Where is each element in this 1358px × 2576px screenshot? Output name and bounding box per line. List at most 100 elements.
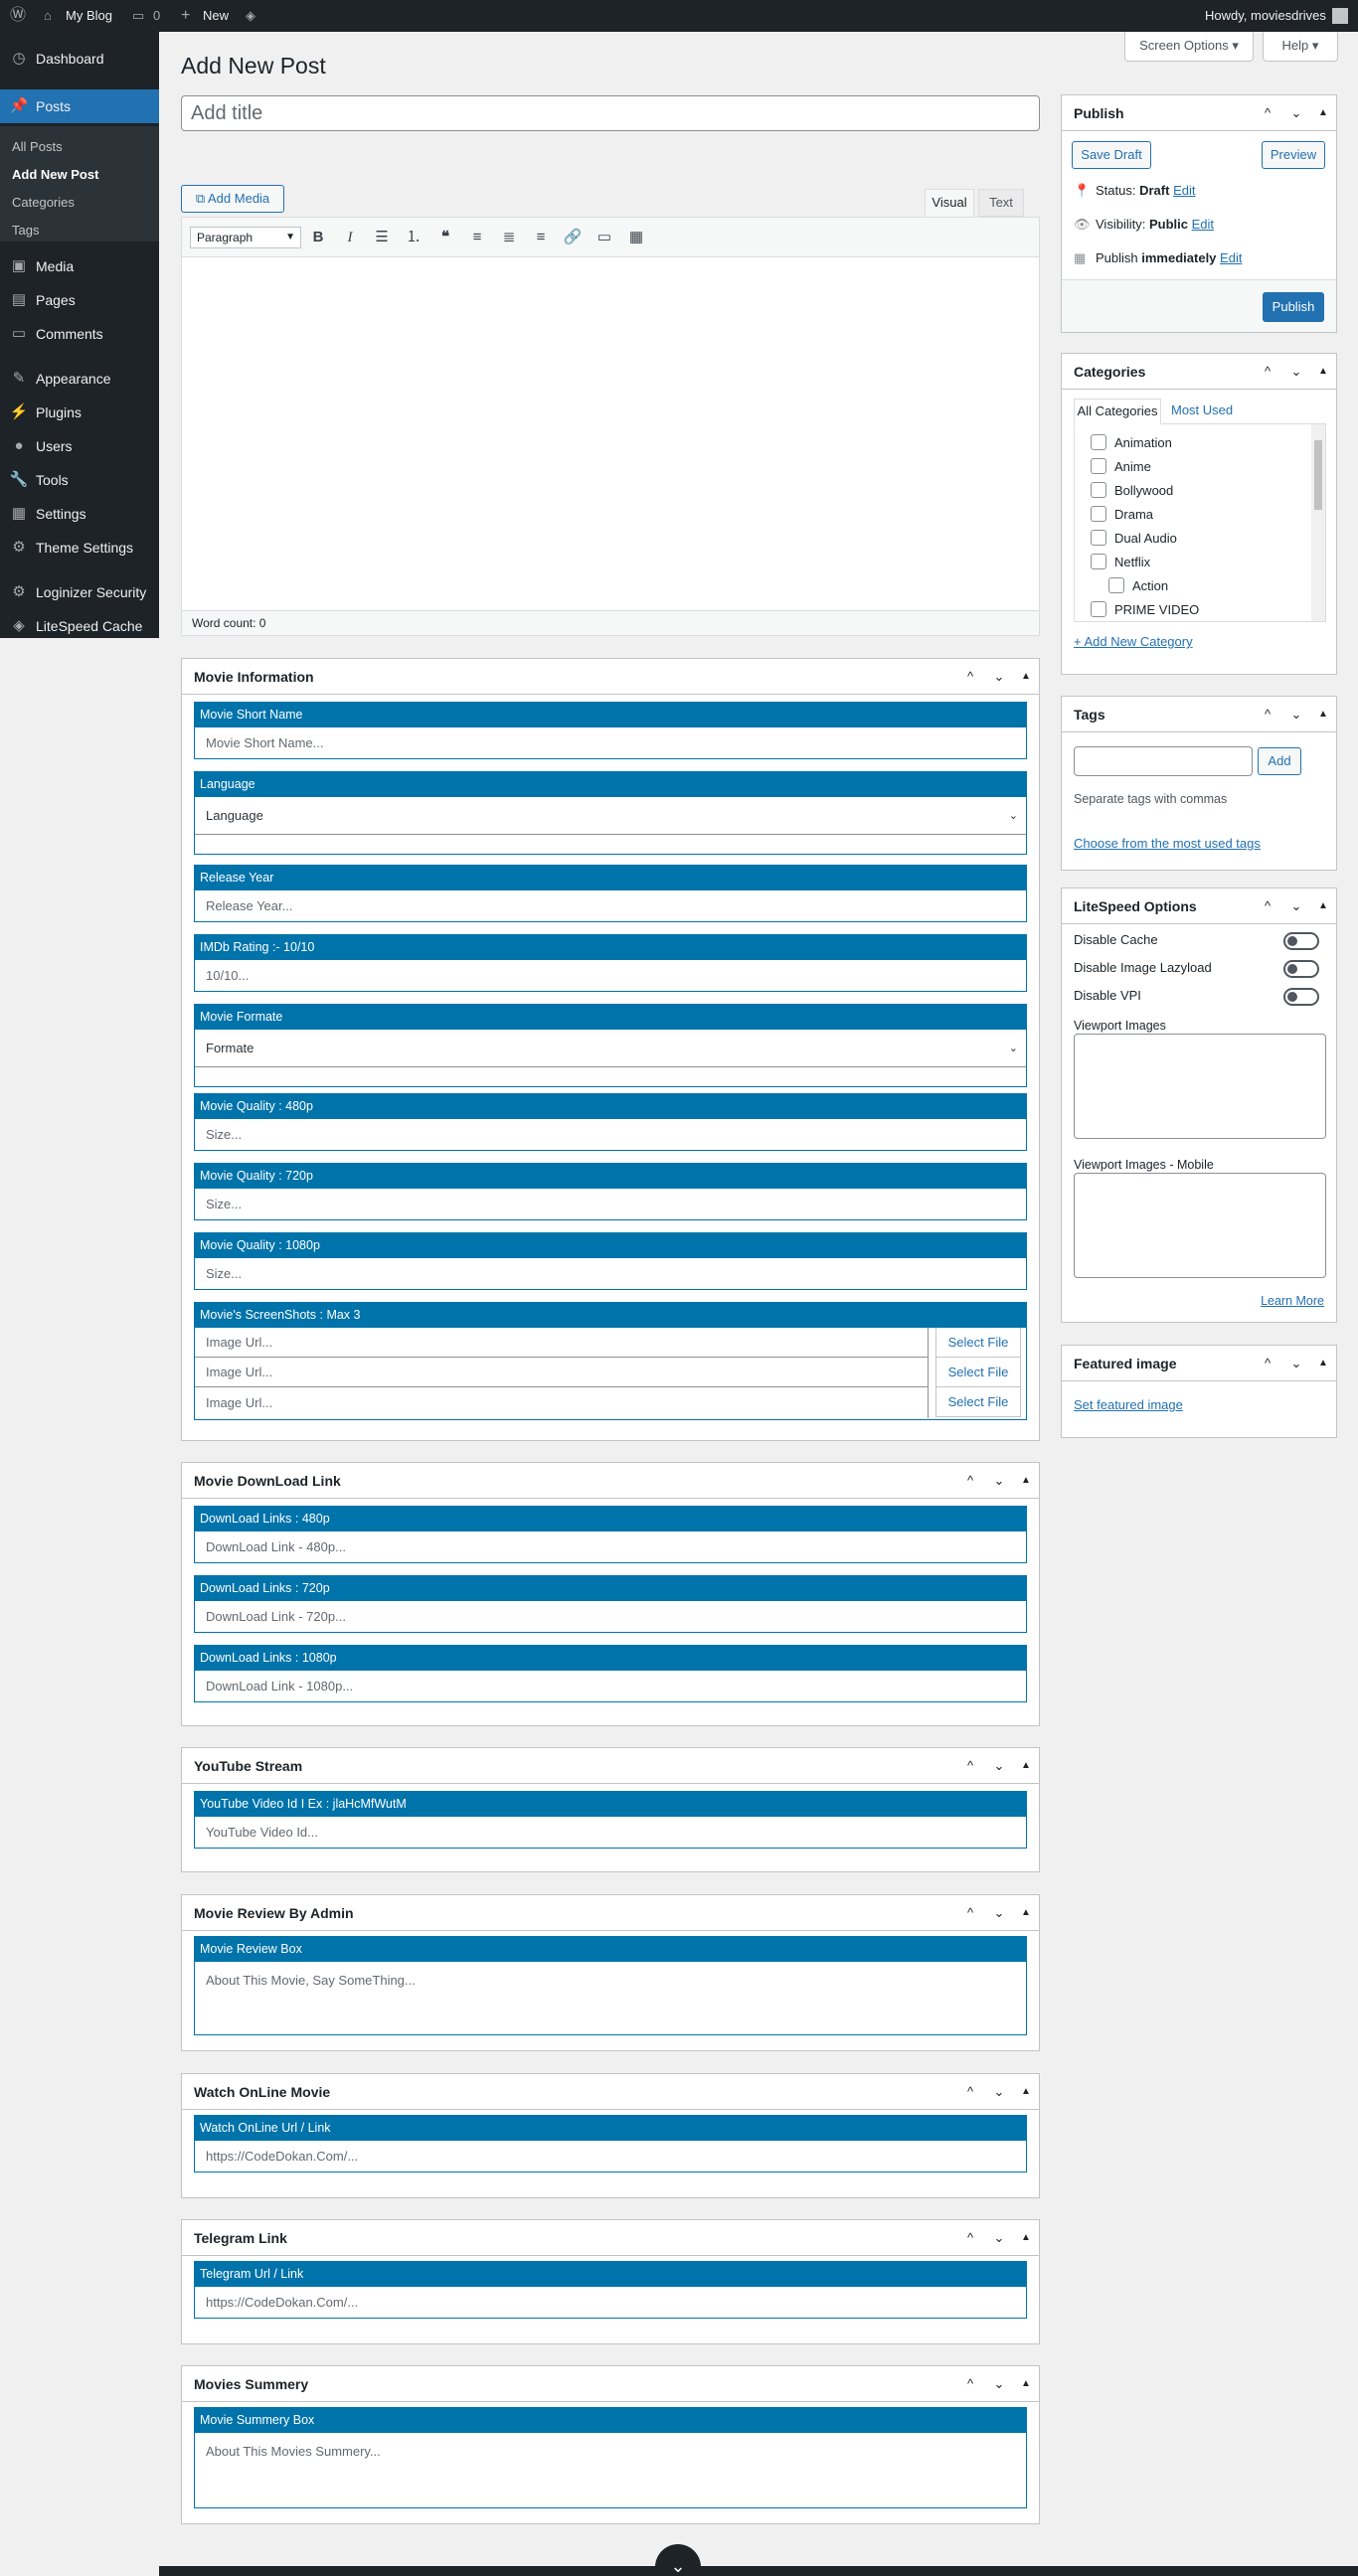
menu-litespeed-cache[interactable]: ◈ LiteSpeed Cache xyxy=(0,609,159,643)
submenu-add-new-post[interactable]: Add New Post xyxy=(12,165,98,185)
toggle-panel-icon[interactable]: ▲ xyxy=(1013,2220,1039,2256)
disable-cache-toggle[interactable] xyxy=(1283,932,1319,950)
toggle-panel-icon[interactable]: ▲ xyxy=(1310,95,1336,131)
bullet-list-icon[interactable]: ☰ xyxy=(369,225,395,250)
telegram-url-input[interactable]: https://CodeDokan.Com/... xyxy=(194,2287,1027,2319)
menu-plugins[interactable]: ⚡ Plugins xyxy=(0,396,159,429)
viewport-images-textarea[interactable] xyxy=(1074,1034,1326,1139)
tab-all-categories[interactable]: All Categories xyxy=(1074,399,1161,424)
chevron-down-icon[interactable]: ⌄ xyxy=(986,1463,1012,1499)
toggle-panel-icon[interactable]: ▲ xyxy=(1310,1346,1336,1381)
category-item[interactable]: Animation xyxy=(1091,432,1172,454)
align-left-icon[interactable]: ≡ xyxy=(464,225,490,250)
chevron-up-icon[interactable]: ^ xyxy=(957,2074,983,2110)
category-item[interactable]: Action xyxy=(1108,575,1168,597)
chevron-down-icon[interactable]: ⌄ xyxy=(986,1748,1012,1784)
italic-icon[interactable]: I xyxy=(337,225,363,250)
toggle-panel-icon[interactable]: ▲ xyxy=(1013,2366,1039,2402)
checkbox[interactable] xyxy=(1091,601,1106,617)
edit-visibility-link[interactable]: Edit xyxy=(1192,217,1214,232)
scroll-down-icon[interactable]: ⌄ xyxy=(655,2544,701,2576)
category-item[interactable]: PRIME VIDEO xyxy=(1091,599,1199,621)
checkbox[interactable] xyxy=(1091,434,1106,450)
chevron-up-icon[interactable]: ^ xyxy=(957,1748,983,1784)
chevron-down-icon[interactable]: ⌄ xyxy=(1283,1346,1309,1381)
menu-loginizer-security[interactable]: ⚙ Loginizer Security xyxy=(0,575,159,609)
chevron-down-icon[interactable]: ⌄ xyxy=(986,659,1012,695)
toggle-panel-icon[interactable]: ▲ xyxy=(1013,1463,1039,1499)
menu-pages[interactable]: ▤ Pages xyxy=(0,283,159,317)
read-more-icon[interactable]: ▭ xyxy=(592,225,617,250)
chevron-up-icon[interactable]: ^ xyxy=(1255,95,1280,131)
disable-lazyload-toggle[interactable] xyxy=(1283,960,1319,978)
chevron-up-icon[interactable]: ^ xyxy=(957,1895,983,1931)
tab-visual[interactable]: Visual xyxy=(925,189,974,217)
scrollbar-thumb[interactable] xyxy=(1314,440,1322,510)
save-draft-button[interactable]: Save Draft xyxy=(1072,141,1151,169)
toggle-panel-icon[interactable]: ▲ xyxy=(1013,1895,1039,1931)
chevron-down-icon[interactable]: ⌄ xyxy=(1283,354,1309,390)
avatar[interactable] xyxy=(1332,8,1348,24)
watch-online-url-input[interactable]: https://CodeDokan.Com/... xyxy=(194,2141,1027,2173)
chevron-up-icon[interactable]: ^ xyxy=(957,2366,983,2402)
plus-icon[interactable]: + xyxy=(181,0,190,32)
formate-select[interactable]: Formate ⌄ xyxy=(194,1030,1027,1087)
download-720p-input[interactable]: DownLoad Link - 720p... xyxy=(194,1601,1027,1633)
menu-comments[interactable]: ▭ Comments xyxy=(0,317,159,351)
menu-users[interactable]: ● Users xyxy=(0,429,159,463)
content-editor[interactable]: Paragraph ▼ B I ☰ ⒈ ❝ ≡ ≣ ≡ 🔗 ▭ ▦ Word co… xyxy=(181,217,1040,636)
set-featured-image-link[interactable]: Set featured image xyxy=(1074,1397,1183,1412)
chevron-down-icon[interactable]: ⌄ xyxy=(1283,95,1309,131)
viewport-images-mobile-textarea[interactable] xyxy=(1074,1173,1326,1278)
movie-review-textarea[interactable]: About This Movie, Say SomeThing... xyxy=(194,1962,1027,2035)
toggle-panel-icon[interactable]: ▲ xyxy=(1013,2074,1039,2110)
bold-icon[interactable]: B xyxy=(305,225,331,250)
submenu-all-posts[interactable]: All Posts xyxy=(12,137,63,157)
category-item[interactable]: Netflix xyxy=(1091,552,1150,573)
imdb-rating-input[interactable]: 10/10... xyxy=(194,960,1027,992)
menu-settings[interactable]: ▦ Settings xyxy=(0,497,159,531)
menu-appearance[interactable]: ✎ Appearance xyxy=(0,362,159,396)
quality-1080p-input[interactable]: Size... xyxy=(194,1258,1027,1290)
disable-vpi-toggle[interactable] xyxy=(1283,988,1319,1006)
scrollbar[interactable] xyxy=(1311,424,1325,621)
new-content-link[interactable]: New xyxy=(203,0,229,32)
chevron-down-icon[interactable]: ⌄ xyxy=(986,1895,1012,1931)
movie-summery-textarea[interactable]: About This Movies Summery... xyxy=(194,2433,1027,2508)
screen-options-button[interactable]: Screen Options ▾ xyxy=(1124,32,1254,62)
category-item[interactable]: Dual Audio xyxy=(1091,528,1177,550)
download-1080p-input[interactable]: DownLoad Link - 1080p... xyxy=(194,1671,1027,1702)
chevron-up-icon[interactable]: ^ xyxy=(1255,354,1280,390)
litespeed-icon[interactable]: ◈ xyxy=(246,0,255,32)
chevron-up-icon[interactable]: ^ xyxy=(1255,1346,1280,1381)
comment-icon[interactable]: ▭ xyxy=(132,0,144,32)
toggle-panel-icon[interactable]: ▲ xyxy=(1013,659,1039,695)
toggle-panel-icon[interactable]: ▲ xyxy=(1310,888,1336,924)
submenu-categories[interactable]: Categories xyxy=(12,193,75,213)
select-file-button-2[interactable]: Select File xyxy=(935,1358,1021,1387)
release-year-input[interactable]: Release Year... xyxy=(194,890,1027,922)
post-title-input[interactable] xyxy=(181,95,1040,131)
publish-button[interactable]: Publish xyxy=(1263,292,1324,322)
align-center-icon[interactable]: ≣ xyxy=(496,225,522,250)
tag-input[interactable] xyxy=(1074,746,1253,776)
chevron-up-icon[interactable]: ^ xyxy=(1255,697,1280,732)
align-right-icon[interactable]: ≡ xyxy=(528,225,554,250)
checkbox[interactable] xyxy=(1091,530,1106,546)
language-select[interactable]: Language ⌄ xyxy=(194,797,1027,855)
menu-theme-settings[interactable]: ⚙ Theme Settings xyxy=(0,531,159,564)
tab-text[interactable]: Text xyxy=(978,189,1024,217)
link-icon[interactable]: 🔗 xyxy=(560,225,586,250)
screenshot-url-input-2[interactable]: Image Url... xyxy=(195,1358,929,1387)
checkbox[interactable] xyxy=(1108,577,1124,593)
menu-media[interactable]: ▣ Media xyxy=(0,249,159,283)
format-select[interactable]: Paragraph ▼ xyxy=(190,227,301,248)
tab-most-used[interactable]: Most Used xyxy=(1165,399,1239,424)
chevron-up-icon[interactable]: ^ xyxy=(957,1463,983,1499)
select-file-button-3[interactable]: Select File xyxy=(935,1387,1021,1417)
screenshot-url-input-3[interactable]: Image Url... xyxy=(195,1387,929,1418)
movie-short-name-input[interactable]: Movie Short Name... xyxy=(194,727,1027,759)
checkbox[interactable] xyxy=(1091,554,1106,569)
category-item[interactable]: Drama xyxy=(1091,504,1153,526)
preview-button[interactable]: Preview xyxy=(1262,141,1325,169)
